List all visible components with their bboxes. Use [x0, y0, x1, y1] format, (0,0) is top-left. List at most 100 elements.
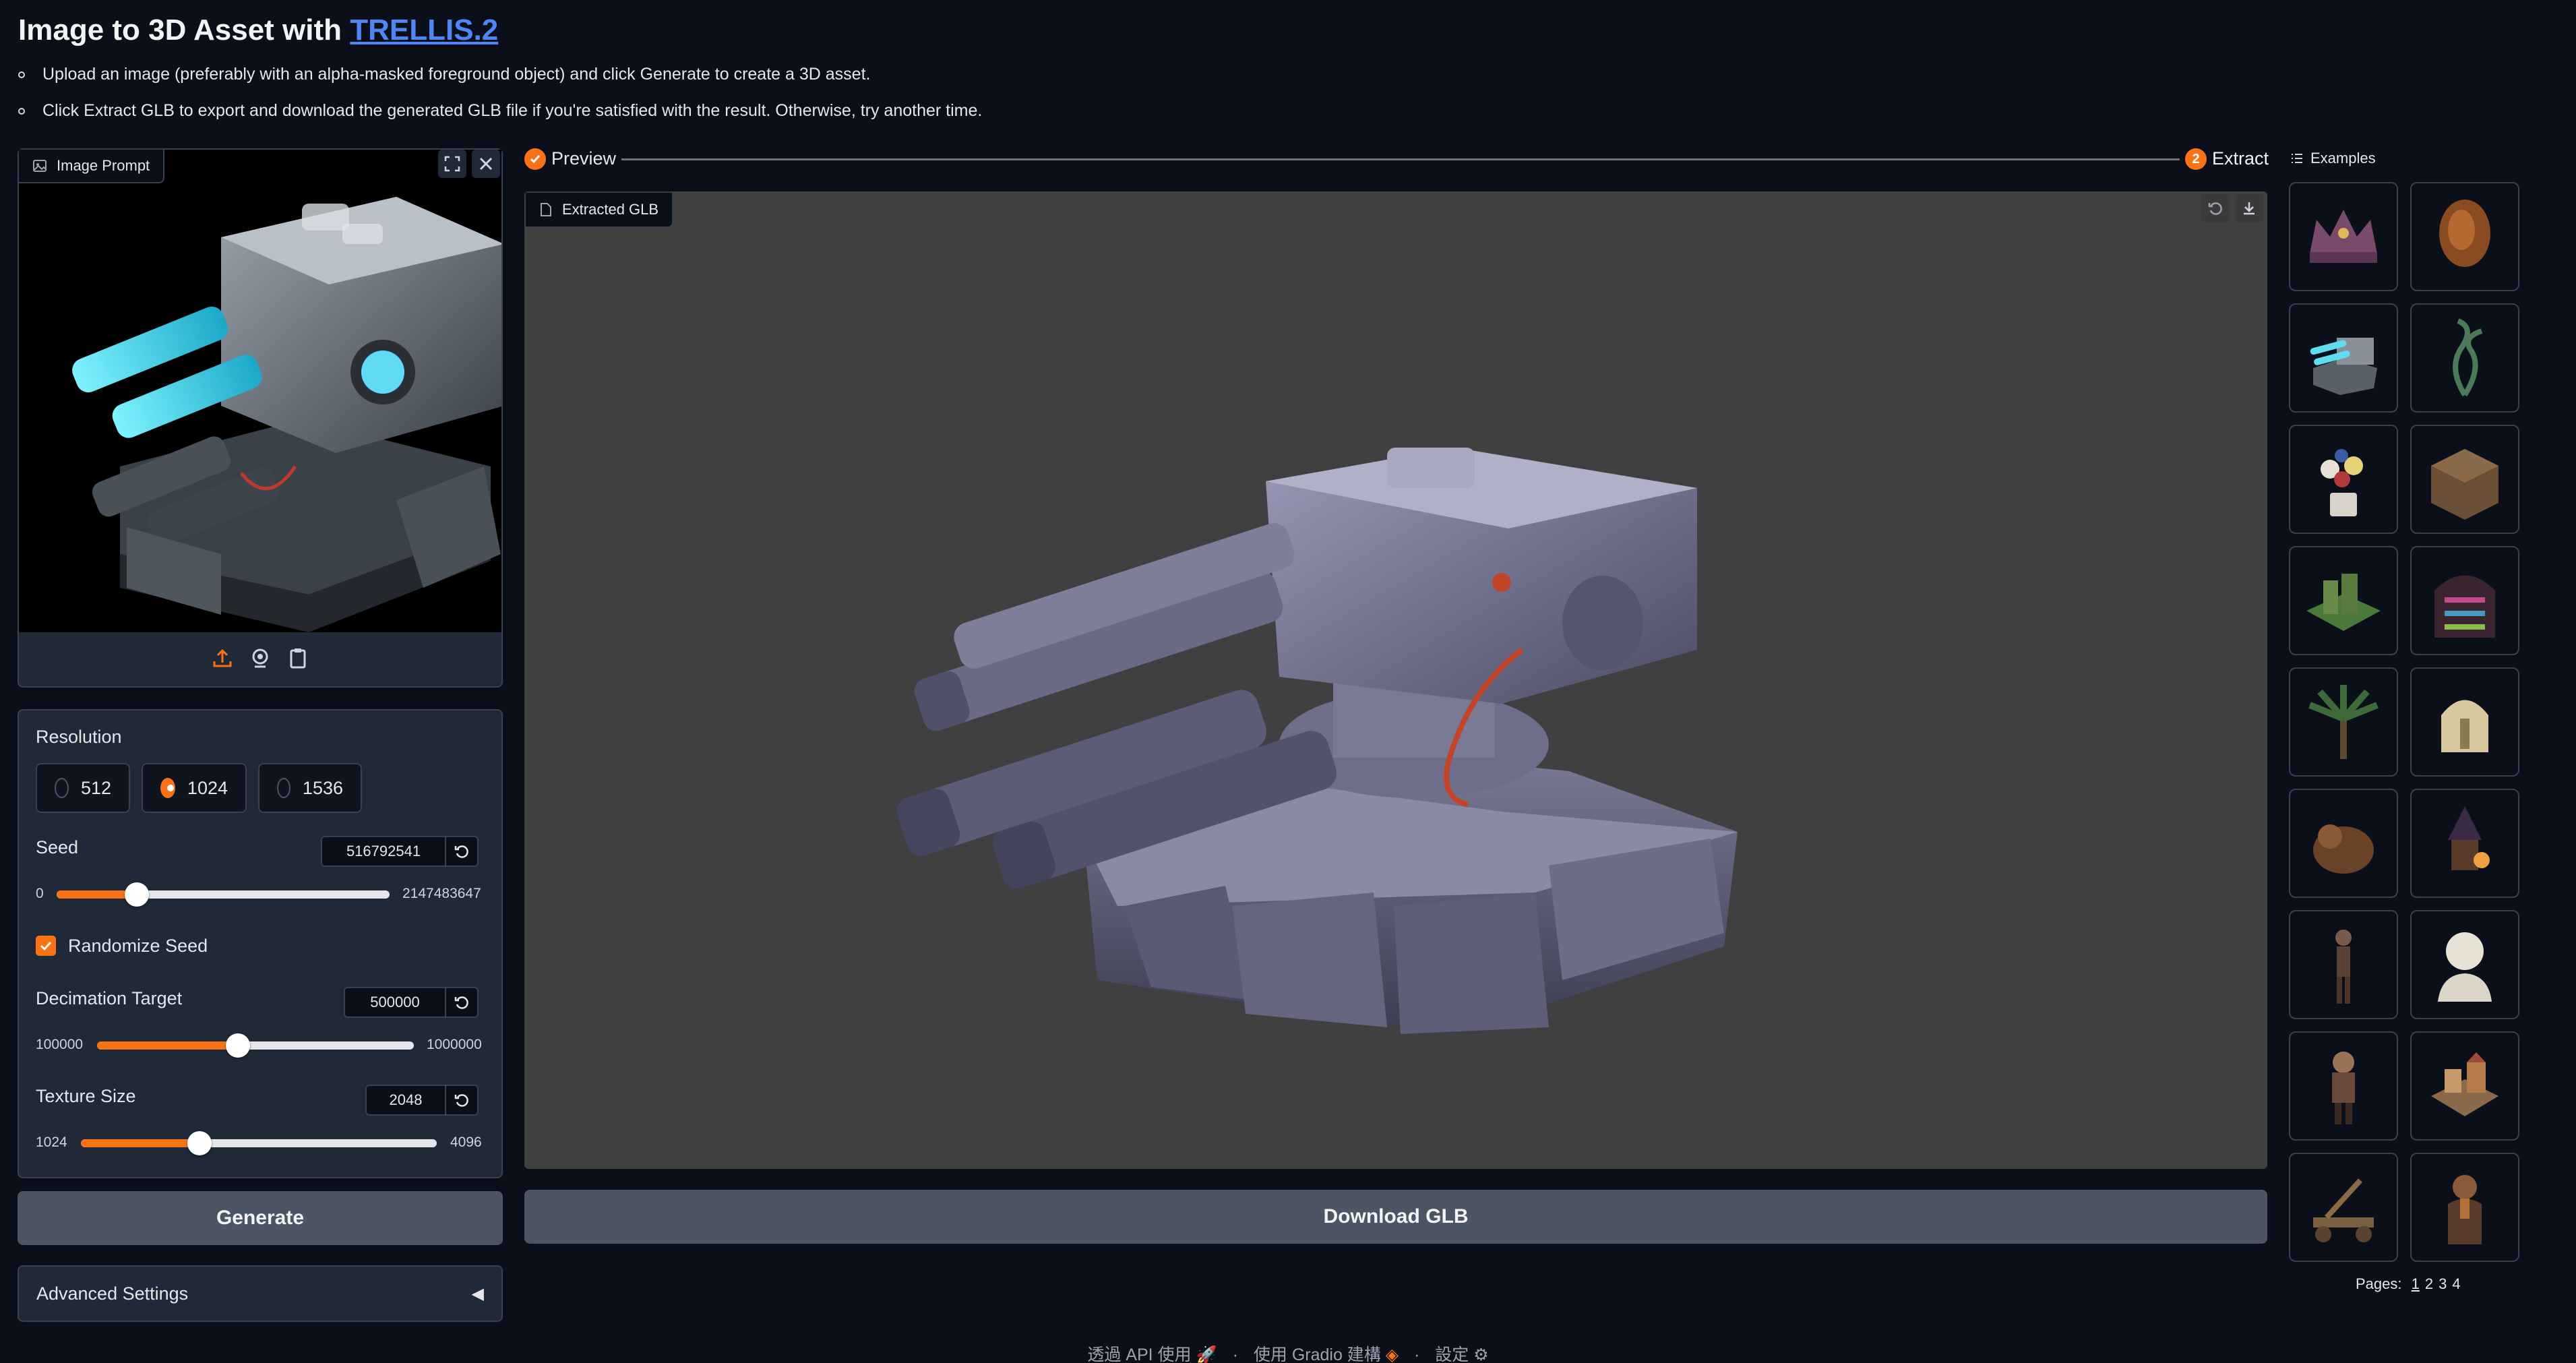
stepper-line [621, 158, 2180, 160]
reset-icon [454, 996, 468, 1009]
settings-link[interactable]: 設定 [1435, 1345, 1469, 1363]
resolution-option-512[interactable]: 512 [36, 763, 130, 813]
built-with-gradio-link[interactable]: 使用 Gradio 建構 [1254, 1345, 1381, 1363]
viewer-reset-button[interactable] [2201, 194, 2230, 222]
example-catapult[interactable] [2289, 1153, 2398, 1262]
clear-image-button[interactable] [472, 150, 500, 178]
page-title: Image to 3D Asset with TRELLIS.2 [18, 13, 498, 47]
example-dwarf[interactable] [2410, 1153, 2519, 1262]
example-helmet[interactable] [2410, 667, 2519, 777]
decimation-max: 1000000 [427, 1037, 482, 1052]
dwarf-thumbnail [2448, 1175, 2482, 1244]
slider-thumb[interactable] [124, 882, 149, 907]
resolution-option-label: 1024 [187, 777, 228, 798]
step-2-label[interactable]: Extract [2212, 148, 2269, 169]
texture-reset-button[interactable] [446, 1085, 479, 1116]
clipboard-icon[interactable] [286, 646, 309, 673]
collapse-arrow-icon: ◀ [471, 1284, 484, 1303]
instruction-1: Upload an image (preferably with an alph… [18, 65, 870, 84]
seed-label: Seed [36, 837, 79, 857]
download-glb-button[interactable]: Download GLB [524, 1190, 2267, 1244]
example-witch-lantern[interactable] [2410, 789, 2519, 898]
image-prompt-preview[interactable] [19, 150, 501, 632]
decimation-slider[interactable] [97, 1033, 414, 1058]
resolution-option-1536[interactable]: 1536 [258, 763, 362, 813]
trellis-link[interactable]: TRELLIS.2 [350, 13, 498, 47]
page-2-link[interactable]: 2 [2425, 1275, 2433, 1292]
upload-icon[interactable] [211, 646, 234, 673]
resolution-option-1024[interactable]: 1024 [142, 763, 247, 813]
city-block-thumbnail [2306, 574, 2381, 631]
reset-icon [454, 845, 468, 858]
village-thumbnail [2431, 1052, 2498, 1116]
glb-viewer[interactable] [524, 191, 2267, 1169]
example-bust[interactable] [2410, 910, 2519, 1019]
decimation-label: Decimation Target [36, 988, 183, 1008]
example-turret[interactable] [2289, 303, 2398, 413]
step-1-label[interactable]: Preview [551, 148, 616, 169]
figure-thumbnail [2335, 930, 2352, 1004]
use-via-api-link[interactable]: 透過 API 使用 [1087, 1345, 1191, 1363]
check-icon [530, 155, 541, 164]
randomize-seed-checkbox[interactable] [36, 936, 56, 956]
creature-thumbnail [2313, 824, 2374, 874]
catapult-thumbnail [2313, 1178, 2374, 1242]
diorama-thumbnail [2431, 449, 2498, 520]
radio-icon [277, 778, 290, 798]
resolution-option-label: 512 [80, 777, 111, 798]
page-4-link[interactable]: 4 [2452, 1275, 2460, 1292]
texture-slider[interactable] [81, 1131, 437, 1155]
example-warrior[interactable] [2289, 1031, 2398, 1141]
undo-icon [2208, 202, 2222, 215]
page-3-link[interactable]: 3 [2439, 1275, 2447, 1292]
advanced-settings-label: Advanced Settings [36, 1283, 189, 1304]
fullscreen-button[interactable] [438, 150, 466, 178]
texture-max: 4096 [450, 1134, 482, 1150]
seed-slider[interactable] [57, 882, 390, 907]
title-prefix: Image to 3D Asset with [18, 13, 350, 47]
decimation-input[interactable]: 500000 [344, 987, 446, 1018]
example-village[interactable] [2410, 1031, 2519, 1141]
example-flower-pot[interactable] [2289, 425, 2398, 534]
fullscreen-icon [444, 156, 460, 172]
list-icon [2292, 154, 2302, 163]
slider-thumb[interactable] [225, 1033, 250, 1058]
gradio-logo-icon: ◈ [1385, 1345, 1399, 1363]
example-diorama-room[interactable] [2410, 425, 2519, 534]
radio-icon [55, 778, 69, 798]
example-creature[interactable] [2289, 789, 2398, 898]
extracted-glb-label-text: Extracted GLB [562, 201, 659, 218]
rocket-icon: 🚀 [1196, 1345, 1217, 1363]
page-1-link[interactable]: 1 [2412, 1275, 2420, 1292]
step-2-number: 2 [2185, 148, 2207, 170]
example-shelf-cabinet[interactable] [2410, 546, 2519, 655]
radio-checked-icon [160, 778, 175, 798]
footer-separator: · [1232, 1345, 1238, 1363]
example-crown[interactable] [2289, 182, 2398, 291]
viewer-download-button[interactable] [2235, 194, 2263, 222]
warrior-thumbnail [2332, 1052, 2355, 1124]
example-palm-tree[interactable] [2289, 667, 2398, 777]
step-1-done [524, 148, 546, 170]
slider-thumb[interactable] [187, 1131, 212, 1155]
webcam-icon[interactable] [249, 646, 272, 673]
turret-image [72, 197, 501, 632]
advanced-settings-accordion[interactable]: Advanced Settings ◀ [18, 1265, 503, 1322]
seed-min: 0 [36, 886, 44, 901]
file-icon [541, 203, 551, 216]
image-prompt-label: Image Prompt [19, 150, 165, 183]
example-figure[interactable] [2289, 910, 2398, 1019]
texture-input[interactable]: 2048 [365, 1085, 446, 1116]
example-city-block[interactable] [2289, 546, 2398, 655]
resolution-option-label: 1536 [302, 777, 343, 798]
example-plant-tendrils[interactable] [2410, 303, 2519, 413]
generate-button[interactable]: Generate [18, 1191, 503, 1245]
seed-reset-button[interactable] [446, 836, 479, 867]
reset-icon [454, 1094, 468, 1107]
example-dried-flower[interactable] [2410, 182, 2519, 291]
seed-input[interactable]: 516792541 [321, 836, 446, 867]
bullet-icon [18, 107, 25, 115]
download-icon [2244, 202, 2255, 215]
decimation-reset-button[interactable] [446, 987, 479, 1018]
texture-min: 1024 [36, 1134, 67, 1150]
